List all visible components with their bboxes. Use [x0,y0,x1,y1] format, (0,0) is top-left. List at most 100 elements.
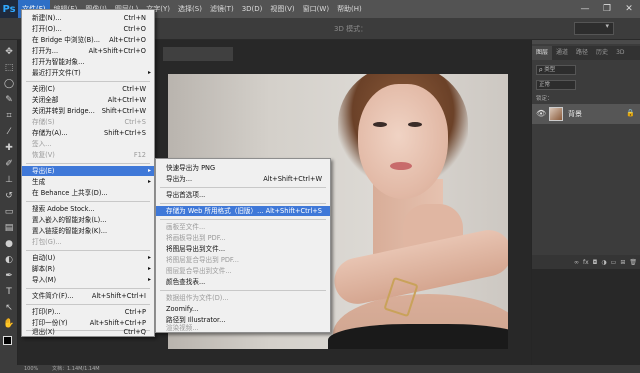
tab-3d[interactable]: 3D [612,46,628,60]
menu-item-layers-to-files[interactable]: 将图层导出到文件... [156,244,330,254]
menu-item-print[interactable]: 打印(P)... Ctrl+P [22,307,154,317]
menu-item-check-in[interactable]: 签入... [22,139,154,149]
document-size: 文档：1.14M/1.14M [52,366,100,372]
quick-select-tool-icon[interactable]: ✎ [3,94,15,106]
visibility-eye-icon[interactable]: 👁 [536,109,546,118]
foreground-color-swatch[interactable] [3,336,12,345]
menu-item-open-smart-object[interactable]: 打开为智能对象... [22,57,154,67]
eyedropper-tool-icon[interactable]: ⁄ [3,126,15,138]
menu-3d[interactable]: 3D(D) [238,0,267,18]
photo-lips [390,162,412,170]
menu-item-save[interactable]: 存储(S) Ctrl+S [22,117,154,127]
menu-item-search-stock[interactable]: 搜索 Adobe Stock... [22,204,154,214]
chevron-down-icon: ▾ [605,22,609,30]
menu-item-place-linked[interactable]: 置入链接的智能对象(K)... [22,226,154,236]
window-controls: — ❐ ✕ [574,0,640,18]
marquee-tool-icon[interactable]: ⬚ [3,62,15,74]
photo-right-eye [408,122,422,127]
layer-kind-filter[interactable]: ρ 类型 [536,65,576,75]
menu-item-generate[interactable]: 生成 ▸ [22,177,154,187]
menu-item-layer-comps-to-pdf[interactable]: 将图层复合导出到 PDF... [156,255,330,265]
tab-channels[interactable]: 通道 [552,46,572,60]
minimize-icon[interactable]: — [574,0,596,18]
blur-tool-icon[interactable]: ● [3,238,15,250]
menu-item-artboards-to-pdf[interactable]: 将画板导出到 PDF... [156,233,330,243]
menu-item-file-info[interactable]: 文件简介(F)... Alt+Shift+Ctrl+I [22,291,154,301]
menu-item-scripts[interactable]: 脚本(R) ▸ [22,264,154,274]
crop-tool-icon[interactable]: ⌗ [3,110,15,122]
menu-item-share-behance[interactable]: 在 Behance 上共享(D)... [22,188,154,198]
tab-layers[interactable]: 图层 [532,46,553,60]
menu-item-revert[interactable]: 恢复(V) F12 [22,150,154,160]
brush-tool-icon[interactable]: ✐ [3,158,15,170]
menu-item-automate[interactable]: 自动(U) ▸ [22,253,154,263]
tab-paths[interactable]: 路径 [572,46,592,60]
move-tool-icon[interactable]: ✥ [3,46,15,58]
lasso-tool-icon[interactable]: ◯ [3,78,15,90]
photoshop-window: Ps 文件(F) 编辑(E) 图像(I) 图层(L) 文字(Y) 选择(S) 滤… [0,0,640,373]
link-layers-icon[interactable]: ∞ [574,259,579,266]
type-tool-icon[interactable]: T [3,286,15,298]
photo-left-eye [373,122,387,127]
stamp-tool-icon[interactable]: ⊥ [3,174,15,186]
menu-item-close-all[interactable]: 关闭全部 Alt+Ctrl+W [22,95,154,105]
folder-icon[interactable]: ▭ [611,259,617,266]
adjustment-icon[interactable]: ◑ [601,259,606,266]
menu-item-recent[interactable]: 最近打开文件(T) ▸ [22,68,154,78]
menu-item-export[interactable]: 导出(E) ▸ [22,166,154,176]
eraser-tool-icon[interactable]: ▭ [3,206,15,218]
menu-item-layer-comps-to-files[interactable]: 图层复合导出到文件... [156,266,330,276]
submenu-arrow-icon: ▸ [147,276,151,283]
workspace-select[interactable]: ▾ [574,22,614,35]
document-tab[interactable] [163,47,233,61]
menu-filter[interactable]: 滤镜(T) [206,0,238,18]
tab-history[interactable]: 历史 [592,46,612,60]
menu-item-open[interactable]: 打开(O)... Ctrl+O [22,24,154,34]
mask-icon[interactable]: ◘ [593,259,598,266]
menu-item-exit[interactable]: 退出(X) Ctrl+Q [22,327,154,337]
menu-help[interactable]: 帮助(H) [333,0,366,18]
menu-view[interactable]: 视图(V) [266,0,298,18]
hand-tool-icon[interactable]: ✋ [3,318,15,330]
pen-tool-icon[interactable]: ✒ [3,270,15,282]
photo-face [358,84,448,199]
close-icon[interactable]: ✕ [618,0,640,18]
healing-tool-icon[interactable]: ✚ [3,142,15,154]
lock-icon: 🔒 [626,109,635,117]
menu-separator [26,250,150,251]
menu-item-artboards-to-files[interactable]: 画板至文件... [156,222,330,232]
menu-item-color-lookup[interactable]: 颜色查找表... [156,277,330,287]
menu-item-open-as[interactable]: 打开为... Alt+Shift+Ctrl+O [22,46,154,56]
menu-select[interactable]: 选择(S) [174,0,206,18]
menu-item-close-bridge[interactable]: 关闭并转到 Bridge... Shift+Ctrl+W [22,106,154,116]
zoom-level[interactable]: 100% [24,365,38,373]
menu-item-render-video[interactable]: 渲染视频... [156,323,330,333]
menu-window[interactable]: 窗口(W) [299,0,333,18]
blend-mode-select[interactable]: 正常 [536,80,576,90]
dodge-tool-icon[interactable]: ◐ [3,254,15,266]
menu-item-quick-export-png[interactable]: 快速导出为 PNG [156,163,330,173]
path-select-tool-icon[interactable]: ↖ [3,302,15,314]
menu-separator [160,187,326,188]
menu-item-place-embedded[interactable]: 置入嵌入的智能对象(L)... [22,215,154,225]
menu-item-data-sets[interactable]: 数据组作为文件(D)... [156,293,330,303]
menu-item-close[interactable]: 关闭(C) Ctrl+W [22,84,154,94]
gradient-tool-icon[interactable]: ▤ [3,222,15,234]
menu-item-export-as[interactable]: 导出为... Alt+Shift+Ctrl+W [156,174,330,184]
menu-item-export-preferences[interactable]: 导出首选项... [156,190,330,200]
layer-row[interactable]: 👁 背景 🔒 [532,104,640,124]
new-layer-icon[interactable]: ⊞ [620,259,625,266]
restore-icon[interactable]: ❐ [596,0,618,18]
menu-item-save-for-web[interactable]: 存储为 Web 所用格式（旧版）... Alt+Shift+Ctrl+S [156,206,330,216]
trash-icon[interactable]: 🗑 [629,259,637,266]
menu-item-package[interactable]: 打包(G)... [22,237,154,247]
fx-icon[interactable]: fx [583,259,589,266]
menu-item-new[interactable]: 新建(N)... Ctrl+N [22,13,154,23]
layer-name: 背景 [568,110,582,118]
menu-item-browse-bridge[interactable]: 在 Bridge 中浏览(B)... Alt+Ctrl+O [22,35,154,45]
layer-thumbnail [549,107,563,121]
menu-item-import[interactable]: 导入(M) ▸ [22,275,154,285]
history-brush-tool-icon[interactable]: ↺ [3,190,15,202]
menu-item-zoomify[interactable]: Zoomify... [156,304,330,314]
menu-item-save-as[interactable]: 存储为(A)... Shift+Ctrl+S [22,128,154,138]
